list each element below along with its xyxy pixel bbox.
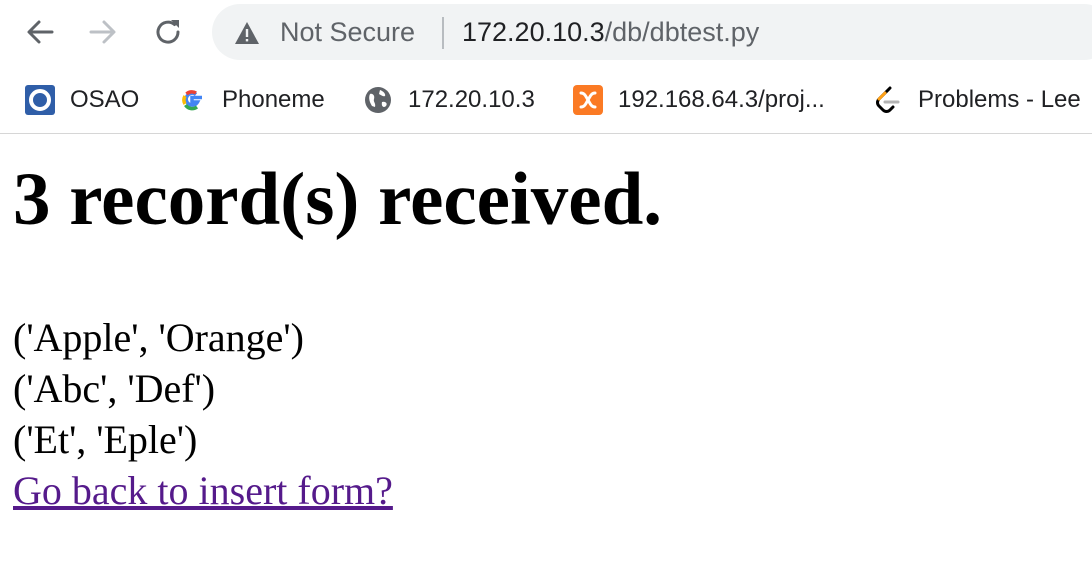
page-heading: 3 record(s) received. [13, 158, 663, 241]
bookmark-xampp-project[interactable]: 192.168.64.3/proj... [572, 76, 825, 124]
bookmarks-bar: OSAO Phoneme 172.20.10.3 192.168.64.3/pr… [0, 76, 1092, 124]
reload-icon [156, 20, 180, 44]
bookmark-phoneme[interactable]: Phoneme [176, 76, 325, 124]
xampp-logo-icon [572, 84, 604, 116]
back-to-insert-form-link[interactable]: Go back to insert form? [13, 465, 393, 516]
reload-button[interactable] [148, 12, 188, 52]
arrow-right-icon [89, 20, 116, 44]
warning-triangle-icon[interactable] [234, 21, 260, 45]
forward-button[interactable] [83, 12, 123, 52]
back-button[interactable] [20, 12, 60, 52]
security-status-label[interactable]: Not Secure [280, 17, 415, 48]
url-path: /db/dbtest.py [604, 17, 760, 47]
bookmark-label: Problems - Lee [918, 86, 1081, 113]
address-bar[interactable]: Not Secure 172.20.10.3/db/dbtest.py [212, 4, 1092, 60]
record-row: ('Abc', 'Def') [13, 366, 216, 411]
bookmark-osao[interactable]: OSAO [24, 76, 139, 124]
leetcode-logo-icon [872, 84, 904, 116]
record-row: ('Et', 'Eple') [13, 417, 198, 462]
browser-chrome: Not Secure 172.20.10.3/db/dbtest.py OSAO [0, 0, 1092, 134]
record-row: ('Apple', 'Orange') [13, 315, 304, 360]
bookmark-label: Phoneme [222, 86, 325, 113]
arrow-left-icon [27, 20, 54, 44]
records-list: ('Apple', 'Orange') ('Abc', 'Def') ('Et'… [13, 312, 393, 516]
bookmark-label: 172.20.10.3 [408, 86, 535, 113]
bookmark-label: OSAO [70, 86, 140, 113]
url-host: 172.20.10.3 [462, 17, 605, 47]
globe-icon [362, 84, 394, 116]
google-logo-icon [176, 84, 208, 116]
page-content: 3 record(s) received. ('Apple', 'Orange'… [0, 134, 1092, 580]
bookmark-172-20-10-3[interactable]: 172.20.10.3 [362, 76, 535, 124]
osao-logo-icon [24, 84, 56, 116]
omnibox-divider [442, 17, 444, 49]
url-text[interactable]: 172.20.10.3/db/dbtest.py [462, 17, 759, 48]
bookmark-label: 192.168.64.3/proj... [618, 86, 825, 113]
bookmark-leetcode-problems[interactable]: Problems - Lee [872, 76, 1081, 124]
